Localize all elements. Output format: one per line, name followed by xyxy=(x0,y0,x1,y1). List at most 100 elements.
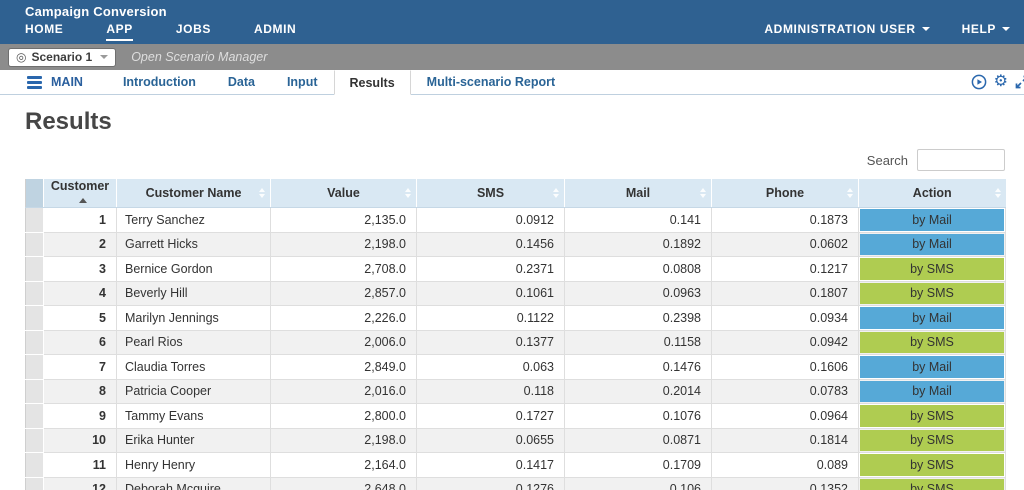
cell-name: Claudia Torres xyxy=(116,354,271,380)
column-label: Customer Name xyxy=(145,186,242,200)
cell-action: by SMS xyxy=(858,329,1006,355)
cell-mail: 0.0808 xyxy=(564,256,712,282)
cell-customer: 12 xyxy=(43,476,117,490)
cell-customer: 2 xyxy=(43,231,117,257)
gear-icon[interactable]: ⚙ xyxy=(994,74,1008,90)
table-row: 5 Marilyn Jennings 2,226.0 0.1122 0.2398 0.09… xyxy=(25,305,1006,331)
tab-introduction[interactable]: Introduction xyxy=(107,70,212,94)
column-header-sms[interactable]: SMS xyxy=(416,179,565,208)
play-circle-icon[interactable] xyxy=(971,74,987,90)
cell-name: Beverly Hill xyxy=(116,280,271,306)
tab-results[interactable]: Results xyxy=(333,70,411,95)
tab-data[interactable]: Data xyxy=(212,70,271,94)
column-label: Phone xyxy=(765,186,805,200)
cell-action: by SMS xyxy=(858,476,1006,490)
cell-customer: 1 xyxy=(43,207,117,233)
cell-phone: 0.1217 xyxy=(711,256,859,282)
cell-mail: 0.0963 xyxy=(564,280,712,306)
table-row: 12 Deborah Mcguire 2,648.0 0.1276 0.106 0.135… xyxy=(25,476,1006,490)
user-menu[interactable]: ADMINISTRATION USER xyxy=(764,22,930,36)
cell-customer: 4 xyxy=(43,280,117,306)
column-header-name[interactable]: Customer Name xyxy=(116,179,271,208)
cell-sms: 0.1061 xyxy=(416,280,565,306)
column-header-value[interactable]: Value xyxy=(270,179,417,208)
cell-customer: 6 xyxy=(43,329,117,355)
sort-icon xyxy=(700,188,706,198)
cell-value: 2,016.0 xyxy=(270,378,417,404)
cell-name: Erika Hunter xyxy=(116,427,271,453)
results-page: Results Search Customer Customer Name Valu… xyxy=(0,108,1024,490)
cell-phone: 0.1352 xyxy=(711,476,859,490)
cell-phone: 0.0602 xyxy=(711,231,859,257)
cell-customer: 3 xyxy=(43,256,117,282)
column-header-phone[interactable]: Phone xyxy=(711,179,859,208)
tab-multi-scenario-report[interactable]: Multi-scenario Report xyxy=(411,70,572,94)
sort-icon xyxy=(847,188,853,198)
cell-action: by Mail xyxy=(858,354,1006,380)
cell-select xyxy=(25,329,44,355)
nav-home[interactable]: HOME xyxy=(25,22,63,41)
help-menu[interactable]: HELP xyxy=(962,22,1010,36)
cell-select xyxy=(25,452,44,478)
cell-phone: 0.0964 xyxy=(711,403,859,429)
cell-name: Bernice Gordon xyxy=(116,256,271,282)
cell-value: 2,708.0 xyxy=(270,256,417,282)
cell-value: 2,857.0 xyxy=(270,280,417,306)
cell-phone: 0.1873 xyxy=(711,207,859,233)
action-badge: by SMS xyxy=(860,478,1004,490)
scenario-icon: ◎ xyxy=(16,50,27,64)
action-badge: by SMS xyxy=(860,454,1004,476)
scenario-selector[interactable]: ◎ Scenario 1 xyxy=(8,47,117,67)
column-label: Mail xyxy=(625,186,651,200)
menu-icon[interactable] xyxy=(27,70,42,94)
cell-sms: 0.1456 xyxy=(416,231,565,257)
cell-mail: 0.2398 xyxy=(564,305,712,331)
main-menu-button[interactable]: MAIN xyxy=(51,70,83,94)
cell-name: Marilyn Jennings xyxy=(116,305,271,331)
action-badge: by Mail xyxy=(860,233,1004,255)
column-header-mail[interactable]: Mail xyxy=(564,179,712,208)
cell-action: by Mail xyxy=(858,207,1006,233)
table-row: 9 Tammy Evans 2,800.0 0.1727 0.1076 0.0964 by … xyxy=(25,403,1006,429)
cell-value: 2,849.0 xyxy=(270,354,417,380)
cell-customer: 10 xyxy=(43,427,117,453)
action-badge: by Mail xyxy=(860,380,1004,402)
action-badge: by SMS xyxy=(860,405,1004,427)
cell-sms: 0.2371 xyxy=(416,256,565,282)
help-menu-label: HELP xyxy=(961,22,996,36)
cell-phone: 0.0942 xyxy=(711,329,859,355)
cell-name: Henry Henry xyxy=(116,452,271,478)
cell-value: 2,164.0 xyxy=(270,452,417,478)
cell-mail: 0.1158 xyxy=(564,329,712,355)
action-badge: by SMS xyxy=(860,258,1004,280)
cell-select xyxy=(25,305,44,331)
table-row: 4 Beverly Hill 2,857.0 0.1061 0.0963 0.1807 by… xyxy=(25,280,1006,306)
results-table: Customer Customer Name Value SMS Mail Phone Ac… xyxy=(25,179,1006,490)
expand-icon[interactable] xyxy=(1015,75,1024,89)
nav-jobs[interactable]: JOBS xyxy=(176,22,211,41)
top-navigation-bar: Campaign Conversion HOME APP JOBS ADMIN … xyxy=(0,0,1024,44)
action-badge: by Mail xyxy=(860,307,1004,329)
open-scenario-manager-link[interactable]: Open Scenario Manager xyxy=(131,50,267,64)
scenario-bar: ◎ Scenario 1 Open Scenario Manager xyxy=(0,44,1024,70)
nav-admin[interactable]: ADMIN xyxy=(254,22,296,41)
sort-icon xyxy=(405,188,411,198)
cell-action: by Mail xyxy=(858,305,1006,331)
action-badge: by SMS xyxy=(860,429,1004,451)
tab-input[interactable]: Input xyxy=(271,70,334,94)
cell-customer: 5 xyxy=(43,305,117,331)
cell-sms: 0.1276 xyxy=(416,476,565,490)
cell-sms: 0.0912 xyxy=(416,207,565,233)
column-header-action[interactable]: Action xyxy=(858,179,1006,208)
cell-value: 2,800.0 xyxy=(270,403,417,429)
column-header-customer[interactable]: Customer xyxy=(43,179,117,208)
nav-app[interactable]: APP xyxy=(106,22,133,41)
cell-mail: 0.141 xyxy=(564,207,712,233)
tab-bar-actions: ⚙ xyxy=(971,70,1024,94)
cell-value: 2,198.0 xyxy=(270,427,417,453)
action-badge: by SMS xyxy=(860,282,1004,304)
search-input[interactable] xyxy=(917,149,1005,171)
cell-customer: 7 xyxy=(43,354,117,380)
action-badge: by Mail xyxy=(860,356,1004,378)
cell-sms: 0.063 xyxy=(416,354,565,380)
